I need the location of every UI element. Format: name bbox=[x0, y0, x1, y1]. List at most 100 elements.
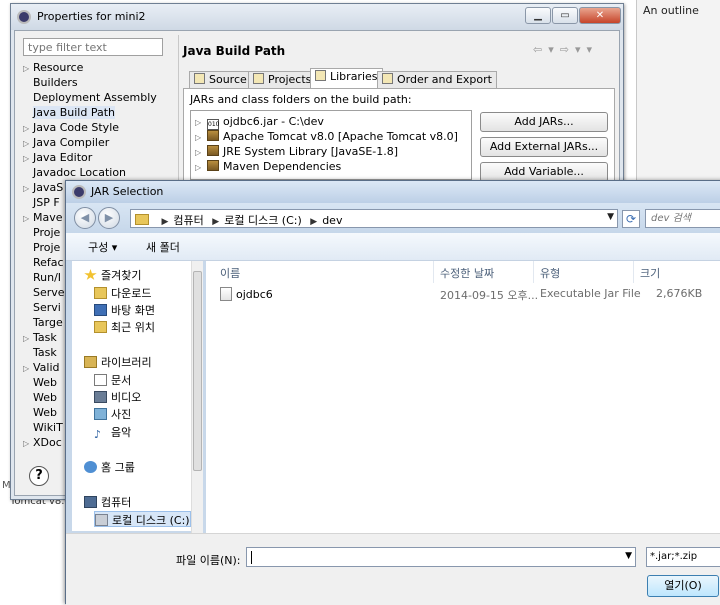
expand-arrow-icon[interactable]: ▷ bbox=[23, 184, 33, 193]
expand-arrow-icon[interactable]: ▷ bbox=[23, 214, 33, 223]
tree-item[interactable]: ▷ Java Editor bbox=[23, 151, 92, 166]
library-folder-icon bbox=[84, 356, 97, 368]
new-folder-button[interactable]: 새 폴더 bbox=[146, 239, 180, 255]
tree-item[interactable]: Run/I bbox=[23, 271, 61, 286]
library-entry[interactable]: ▷ Apache Tomcat v8.0 [Apache Tomcat v8.0] bbox=[195, 130, 458, 145]
expand-arrow-icon[interactable]: ▷ bbox=[23, 139, 33, 148]
column-size[interactable]: 크기 bbox=[634, 261, 720, 283]
search-input[interactable] bbox=[645, 209, 720, 228]
expand-arrow-icon[interactable]: ▷ bbox=[23, 334, 33, 343]
tree-item[interactable]: Targe bbox=[23, 316, 63, 331]
library-entry[interactable]: ▷ JRE System Library [JavaSE-1.8] bbox=[195, 145, 398, 160]
breadcrumb-local-disk[interactable]: 로컬 디스크 (C:) bbox=[224, 214, 302, 227]
sidebar-item[interactable]: 컴퓨터 bbox=[84, 494, 131, 510]
tab-libraries[interactable]: Libraries bbox=[310, 68, 383, 89]
eclipse-icon bbox=[72, 185, 86, 199]
expand-arrow-icon[interactable]: ▷ bbox=[195, 163, 207, 172]
back-button[interactable]: ◀ bbox=[74, 207, 96, 229]
tree-item[interactable]: ▷ Mave bbox=[23, 211, 63, 226]
sidebar-item[interactable]: 문서 bbox=[94, 372, 131, 388]
sidebar-item[interactable]: 바탕 화면 bbox=[94, 302, 155, 318]
breadcrumb-computer[interactable]: 컴퓨터 bbox=[173, 214, 203, 227]
file-name-cell[interactable]: ojdbc6 bbox=[220, 287, 273, 303]
tree-item[interactable]: Web bbox=[23, 391, 57, 406]
open-button[interactable]: 열기(O) bbox=[647, 575, 719, 597]
file-modified-cell: 2014-09-15 오후... bbox=[440, 289, 539, 302]
tree-item[interactable]: Task bbox=[23, 346, 57, 361]
expand-arrow-icon[interactable]: ▷ bbox=[195, 118, 207, 127]
filename-label: 파일 이름(N): bbox=[176, 554, 241, 567]
tree-item[interactable]: Proje bbox=[23, 241, 60, 256]
tree-item[interactable]: WikiT bbox=[23, 421, 63, 436]
expand-arrow-icon[interactable]: ▷ bbox=[195, 133, 207, 142]
sidebar-item-label: 즐겨찾기 bbox=[101, 269, 142, 282]
scrollbar-thumb[interactable] bbox=[193, 271, 202, 471]
tab-projects[interactable]: Projects bbox=[248, 71, 317, 89]
column-type[interactable]: 유형 bbox=[534, 261, 634, 283]
tree-item[interactable]: Servi bbox=[23, 301, 61, 316]
tab-source[interactable]: Source bbox=[189, 71, 252, 89]
properties-title: Properties for mini2 bbox=[37, 10, 146, 23]
tree-item[interactable]: ▷ Resource bbox=[23, 61, 83, 76]
expand-arrow-icon[interactable]: ▷ bbox=[23, 364, 33, 373]
tree-item[interactable]: Refac bbox=[23, 256, 64, 271]
tree-item[interactable]: Proje bbox=[23, 226, 60, 241]
expand-arrow-icon[interactable]: ▷ bbox=[195, 148, 207, 157]
sidebar-item[interactable]: ♪ 음악 bbox=[94, 424, 131, 441]
tree-item[interactable]: Web bbox=[23, 406, 57, 421]
tree-item[interactable]: Deployment Assembly bbox=[23, 91, 157, 106]
address-bar[interactable]: ▶ 컴퓨터 ▶ 로컬 디스크 (C:) ▶ dev ▼ bbox=[130, 209, 618, 228]
tree-item[interactable]: JSP F bbox=[23, 196, 60, 211]
add-external-jars-button[interactable]: Add External JARs... bbox=[480, 137, 608, 157]
expand-arrow-icon[interactable]: ▷ bbox=[23, 154, 33, 163]
sidebar-item[interactable]: 비디오 bbox=[94, 389, 141, 405]
forward-button[interactable]: ▶ bbox=[98, 207, 120, 229]
tree-item[interactable]: Serve bbox=[23, 286, 65, 301]
tree-item[interactable]: ▷ Valid bbox=[23, 361, 60, 376]
tree-item-label: JSP F bbox=[33, 196, 60, 209]
help-button[interactable]: ? bbox=[29, 466, 49, 486]
sidebar-item[interactable]: 홈 그룹 bbox=[84, 459, 135, 475]
expand-arrow-icon[interactable]: ▷ bbox=[23, 124, 33, 133]
maximize-button[interactable]: ▭ bbox=[552, 7, 578, 24]
tree-item[interactable]: Builders bbox=[23, 76, 78, 91]
tree-item[interactable]: Java Build Path bbox=[23, 106, 116, 121]
refresh-button[interactable]: ⟳ bbox=[622, 210, 640, 228]
tree-item[interactable]: ▷ Java Compiler bbox=[23, 136, 109, 151]
tree-item-label: WikiT bbox=[33, 421, 63, 434]
chevron-down-icon[interactable]: ▼ bbox=[607, 212, 614, 222]
tree-item[interactable]: ▷ JavaS bbox=[23, 181, 63, 196]
expand-arrow-icon[interactable]: ▷ bbox=[23, 439, 33, 448]
sidebar-item[interactable]: 다운로드 bbox=[94, 285, 151, 301]
tree-item[interactable]: Web bbox=[23, 376, 57, 391]
sidebar-item[interactable]: 즐겨찾기 bbox=[84, 267, 141, 283]
tree-item[interactable]: ▷ Java Code Style bbox=[23, 121, 119, 136]
sidebar-item[interactable]: 최근 위치 bbox=[94, 319, 155, 335]
file-type-filter[interactable]: *.jar;*.zip bbox=[646, 547, 720, 567]
filename-input[interactable]: ▼ bbox=[246, 547, 636, 567]
breadcrumb-dev[interactable]: dev bbox=[322, 214, 342, 227]
add-variable-button[interactable]: Add Variable... bbox=[480, 162, 608, 182]
close-button[interactable]: ✕ bbox=[579, 7, 621, 24]
column-name[interactable]: 이름 bbox=[214, 261, 434, 283]
sidebar-item[interactable]: 로컬 디스크 (C:) bbox=[94, 511, 191, 527]
minimize-button[interactable]: ▁ bbox=[525, 7, 551, 24]
column-modified[interactable]: 수정한 날짜 bbox=[434, 261, 534, 283]
library-entry[interactable]: ▷ Maven Dependencies bbox=[195, 160, 341, 175]
chevron-down-icon[interactable]: ▼ bbox=[625, 551, 632, 561]
navigation-scrollbar[interactable] bbox=[191, 261, 203, 533]
add-jars-button[interactable]: Add JARs... bbox=[480, 112, 608, 132]
expand-arrow-icon[interactable]: ▷ bbox=[23, 64, 33, 73]
history-nav[interactable]: ⇦▾⇨▾▾ bbox=[533, 43, 598, 56]
organize-button[interactable]: 구성 ▾ bbox=[88, 239, 117, 255]
navigation-bar: ◀ ▶ ▶ 컴퓨터 ▶ 로컬 디스크 (C:) ▶ dev ▼ ⟳ bbox=[66, 203, 720, 233]
sidebar-item[interactable]: 라이브러리 bbox=[84, 354, 152, 370]
tree-item[interactable]: ▷ Task bbox=[23, 331, 57, 346]
filter-input[interactable] bbox=[23, 38, 163, 56]
tree-item[interactable]: ▷ XDoc bbox=[23, 436, 62, 451]
libraries-list[interactable]: ▷ 010 ojdbc6.jar - C:\dev ▷ Apache Tomcat v8… bbox=[190, 110, 472, 180]
tab-order-export[interactable]: Order and Export bbox=[377, 71, 497, 89]
tree-item[interactable]: Javadoc Location bbox=[23, 166, 126, 181]
sidebar-item[interactable]: 사진 bbox=[94, 406, 131, 422]
library-entry[interactable]: ▷ 010 ojdbc6.jar - C:\dev bbox=[195, 115, 324, 130]
